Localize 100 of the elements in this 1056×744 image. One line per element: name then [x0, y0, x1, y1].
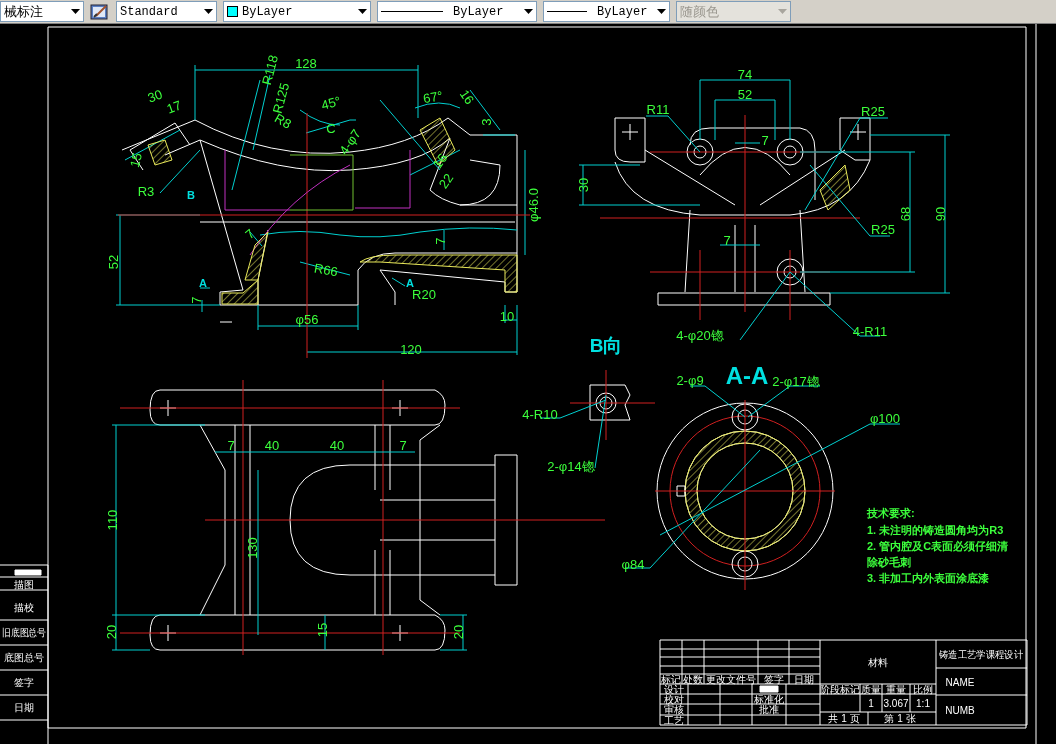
- title-block-text: 更改文件号: [706, 673, 756, 685]
- dropdown[interactable]: ByLayer: [543, 1, 670, 22]
- title-block-text: 1: [868, 697, 874, 709]
- title-block-text: 1:1: [916, 697, 930, 709]
- dimension-text: R25: [871, 221, 895, 237]
- dimension-text: φ46.0: [525, 188, 541, 222]
- dimension-text: φ100: [869, 410, 901, 426]
- dimension-text: C: [326, 120, 336, 136]
- dimension-text: 40: [264, 437, 280, 453]
- line-sample-icon: [381, 11, 443, 12]
- section-marker: B: [187, 189, 195, 201]
- caret-icon: [657, 9, 666, 14]
- caret-icon: [524, 9, 533, 14]
- dimension-text: R25: [861, 103, 885, 119]
- title-block-text: 批准: [759, 703, 779, 715]
- dimension-text: 110: [104, 509, 120, 531]
- dimension-text: φ84: [621, 556, 645, 572]
- caret-icon: [204, 9, 213, 14]
- title-block-text: 日期: [794, 673, 814, 685]
- brush-icon[interactable]: [90, 2, 110, 21]
- dimension-text: 52: [105, 254, 121, 270]
- dimension-text: 20: [450, 624, 466, 640]
- title-block-text: 共 1 页: [828, 712, 860, 724]
- dropdown[interactable]: ByLayer: [223, 1, 371, 22]
- dimension-text: 2-φ9: [676, 372, 704, 388]
- dimension-text: 74: [737, 66, 753, 82]
- dimension-text: R3: [137, 183, 155, 199]
- title-block-text: 重量: [886, 683, 906, 695]
- dimension-text: 45°: [319, 93, 343, 113]
- section-marker: A: [199, 277, 207, 289]
- dimension-text: 40: [329, 437, 345, 453]
- dimension-text: 7: [432, 237, 448, 245]
- note-heading: 技术要求:: [867, 507, 915, 519]
- dimension-text: R66: [312, 260, 340, 280]
- dropdown[interactable]: 械标注: [0, 1, 84, 22]
- dimension-text: 30: [145, 86, 165, 106]
- title-block-text: 阶段标记: [820, 683, 860, 695]
- caret-icon: [358, 9, 367, 14]
- dimension-text: 130: [244, 537, 260, 559]
- title-block-text: 工艺: [664, 714, 684, 726]
- title-block-text: 处数: [683, 673, 703, 685]
- dimension-text: 15: [314, 622, 330, 638]
- dimension-text: 20: [103, 624, 119, 640]
- strip-label: 底图总号: [4, 651, 44, 663]
- title-block-text: NAME: [945, 676, 975, 688]
- strip-label: 描图: [14, 578, 34, 590]
- title-block-text: 签字: [764, 673, 784, 685]
- dimension-text: 3: [478, 118, 494, 126]
- note-text: 2. 管内腔及C表面必须仔细清: [867, 540, 1009, 552]
- dimension-text: 68: [897, 206, 913, 222]
- strip-label: 描校: [14, 601, 34, 613]
- dropdown[interactable]: ByLayer: [377, 1, 537, 22]
- dimension-text: 128: [295, 55, 317, 71]
- title-block-text: 审核: [664, 703, 684, 715]
- dimension-text: 7: [399, 437, 407, 453]
- title-block-text: NUMB: [945, 704, 975, 716]
- title-block-text: 标记: [661, 673, 681, 685]
- dropdown[interactable]: Standard: [116, 1, 217, 22]
- title-block-text: 标准化: [754, 693, 784, 705]
- dimension-text: R20: [412, 286, 436, 302]
- dimension-text: 16: [429, 150, 451, 172]
- dimension-text: 2-φ14锪: [547, 458, 595, 474]
- strip-label: 日期: [14, 701, 34, 713]
- title-block-text: 比例: [913, 683, 933, 695]
- line-sample-icon: [547, 11, 587, 12]
- dimension-text: 17: [164, 97, 184, 117]
- dimension-text: 2-φ17锪: [772, 373, 820, 389]
- section-marker: A: [406, 277, 414, 289]
- caret-icon: [71, 9, 80, 14]
- dimension-text: 30: [575, 177, 591, 193]
- dimension-text: 4-φ20锪: [676, 327, 724, 343]
- dimension-text: 90: [932, 206, 948, 222]
- title-block-text: 质量: [861, 683, 881, 695]
- title-block-text: 3.067: [883, 697, 909, 709]
- dimension-text: 7: [761, 132, 769, 148]
- dimension-text: 22: [435, 170, 457, 192]
- view-title: A-A: [725, 361, 769, 389]
- title-block-text: 设计: [664, 683, 684, 695]
- dimension-text: 67°: [422, 87, 444, 107]
- note-text: 3. 非加工内外表面涂底漆: [867, 572, 990, 584]
- dimension-text: R11: [646, 101, 670, 117]
- strip-label: 签字: [14, 676, 34, 688]
- dimension-text: 4-R11: [852, 323, 888, 339]
- title-block-text: 材料: [868, 656, 888, 668]
- dimension-text: 120: [400, 341, 422, 357]
- dimension-text: 7: [188, 296, 204, 304]
- title-block-text: 铸造工艺学课程设计: [939, 648, 1029, 660]
- dimension-text: 7: [723, 232, 731, 248]
- title-block-text: 校对: [664, 693, 684, 705]
- strip-label: 旧底图总号: [2, 626, 52, 638]
- note-text: 除砂毛刺: [867, 556, 911, 568]
- dimension-text: 52: [737, 86, 753, 102]
- dimension-text: 7: [242, 225, 258, 243]
- view-title: B向: [589, 334, 623, 356]
- dimension-text: 10: [499, 308, 515, 324]
- dimension-text: φ56: [295, 311, 319, 327]
- dimension-text: 7: [227, 437, 235, 453]
- dimension-text: 4-R10: [522, 406, 558, 422]
- title-block-text: 第 1 张: [884, 712, 916, 724]
- caret-icon: [778, 9, 787, 14]
